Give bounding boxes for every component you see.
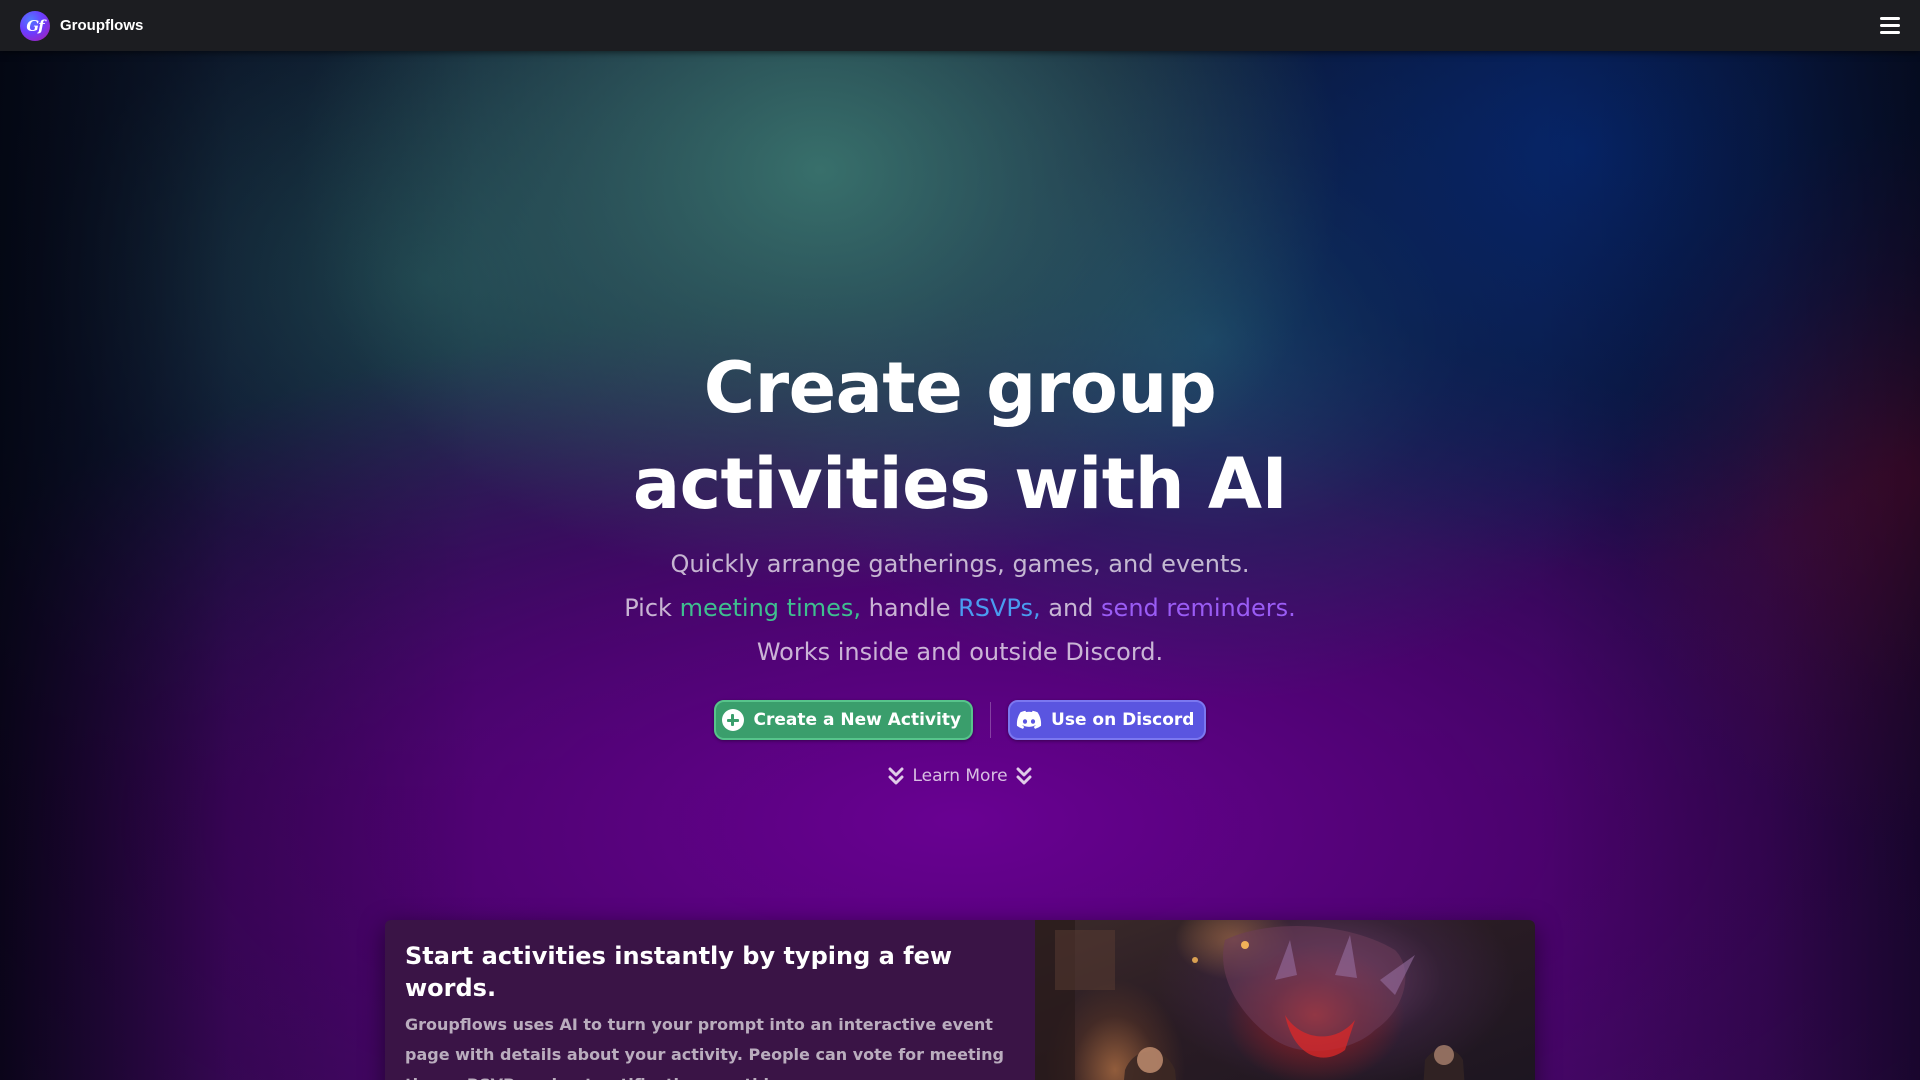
discord-icon: [1016, 710, 1042, 729]
background-vignette: [0, 0, 1920, 1080]
create-activity-label: Create a New Activity: [753, 710, 962, 730]
subtitle-line-1: Quickly arrange gatherings, games, and e…: [670, 550, 1250, 578]
top-navbar: Gf Groupflows: [0, 0, 1920, 51]
dragon-tavern-illustration: [1035, 920, 1535, 1080]
double-chevron-down-icon: [888, 767, 904, 785]
subtitle-and: and: [1048, 594, 1094, 622]
subtitle-handle: handle: [868, 594, 951, 622]
feature-card-text: Start activities instantly by typing a f…: [385, 920, 1035, 1080]
subtitle-line-3: Works inside and outside Discord.: [756, 638, 1164, 666]
learn-more-label: Learn More: [912, 766, 1008, 786]
subtitle-line-2: Pick meeting times, handle RSVPs, and se…: [460, 586, 1460, 630]
hero-title-line-2: activities with AI: [632, 443, 1288, 525]
hero-subtitle: Quickly arrange gatherings, games, and e…: [460, 542, 1460, 674]
use-on-discord-label: Use on Discord: [1051, 710, 1195, 730]
hero-title: Create group activities with AI: [560, 340, 1360, 532]
subtitle-pick: Pick: [624, 594, 672, 622]
hero-title-line-1: Create group: [703, 347, 1217, 429]
groupflows-logo: Gf: [20, 10, 50, 41]
feature-card-title: Start activities instantly by typing a f…: [405, 942, 953, 1002]
learn-more-link[interactable]: Learn More: [0, 766, 1920, 786]
create-activity-button[interactable]: Create a New Activity: [713, 700, 974, 740]
highlight-rsvps: RSVPs,: [958, 594, 1041, 622]
feature-card: Start activities instantly by typing a f…: [385, 920, 1535, 1080]
plus-circle-icon: [721, 709, 744, 731]
hero-actions: Create a New Activity Use on Discord: [0, 700, 1920, 740]
double-chevron-down-icon: [1016, 767, 1032, 785]
hamburger-menu-icon[interactable]: [1880, 14, 1902, 36]
use-on-discord-button[interactable]: Use on Discord: [1008, 700, 1207, 740]
highlight-send-reminders: send reminders.: [1101, 594, 1296, 622]
actions-divider: [990, 702, 992, 738]
feature-card-body: Groupflows uses AI to turn your prompt i…: [405, 1015, 1004, 1080]
highlight-meeting-times: meeting times,: [679, 594, 862, 622]
illustration-art: [1035, 920, 1465, 1080]
brand-home-link[interactable]: Gf Groupflows: [20, 10, 144, 41]
landing-page: Gf Groupflows Create group activities wi…: [0, 0, 1920, 1080]
brand-name: Groupflows: [60, 17, 144, 34]
